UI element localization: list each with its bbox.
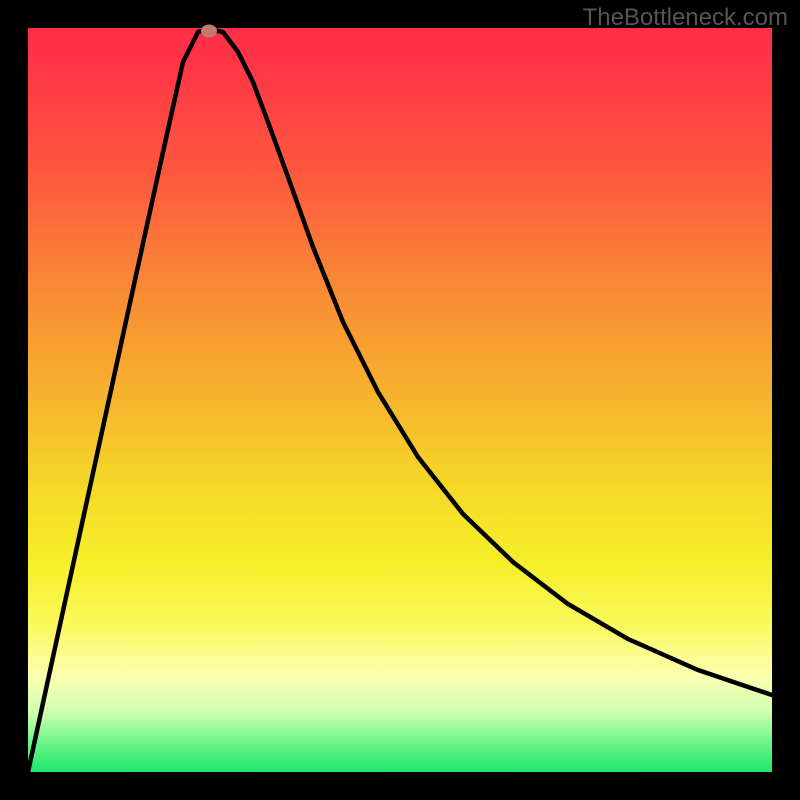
optimal-point-marker xyxy=(201,25,217,38)
chart-frame xyxy=(0,0,800,800)
bottleneck-curve xyxy=(28,28,772,772)
plot-area xyxy=(28,28,772,772)
watermark-text: TheBottleneck.com xyxy=(583,4,788,32)
